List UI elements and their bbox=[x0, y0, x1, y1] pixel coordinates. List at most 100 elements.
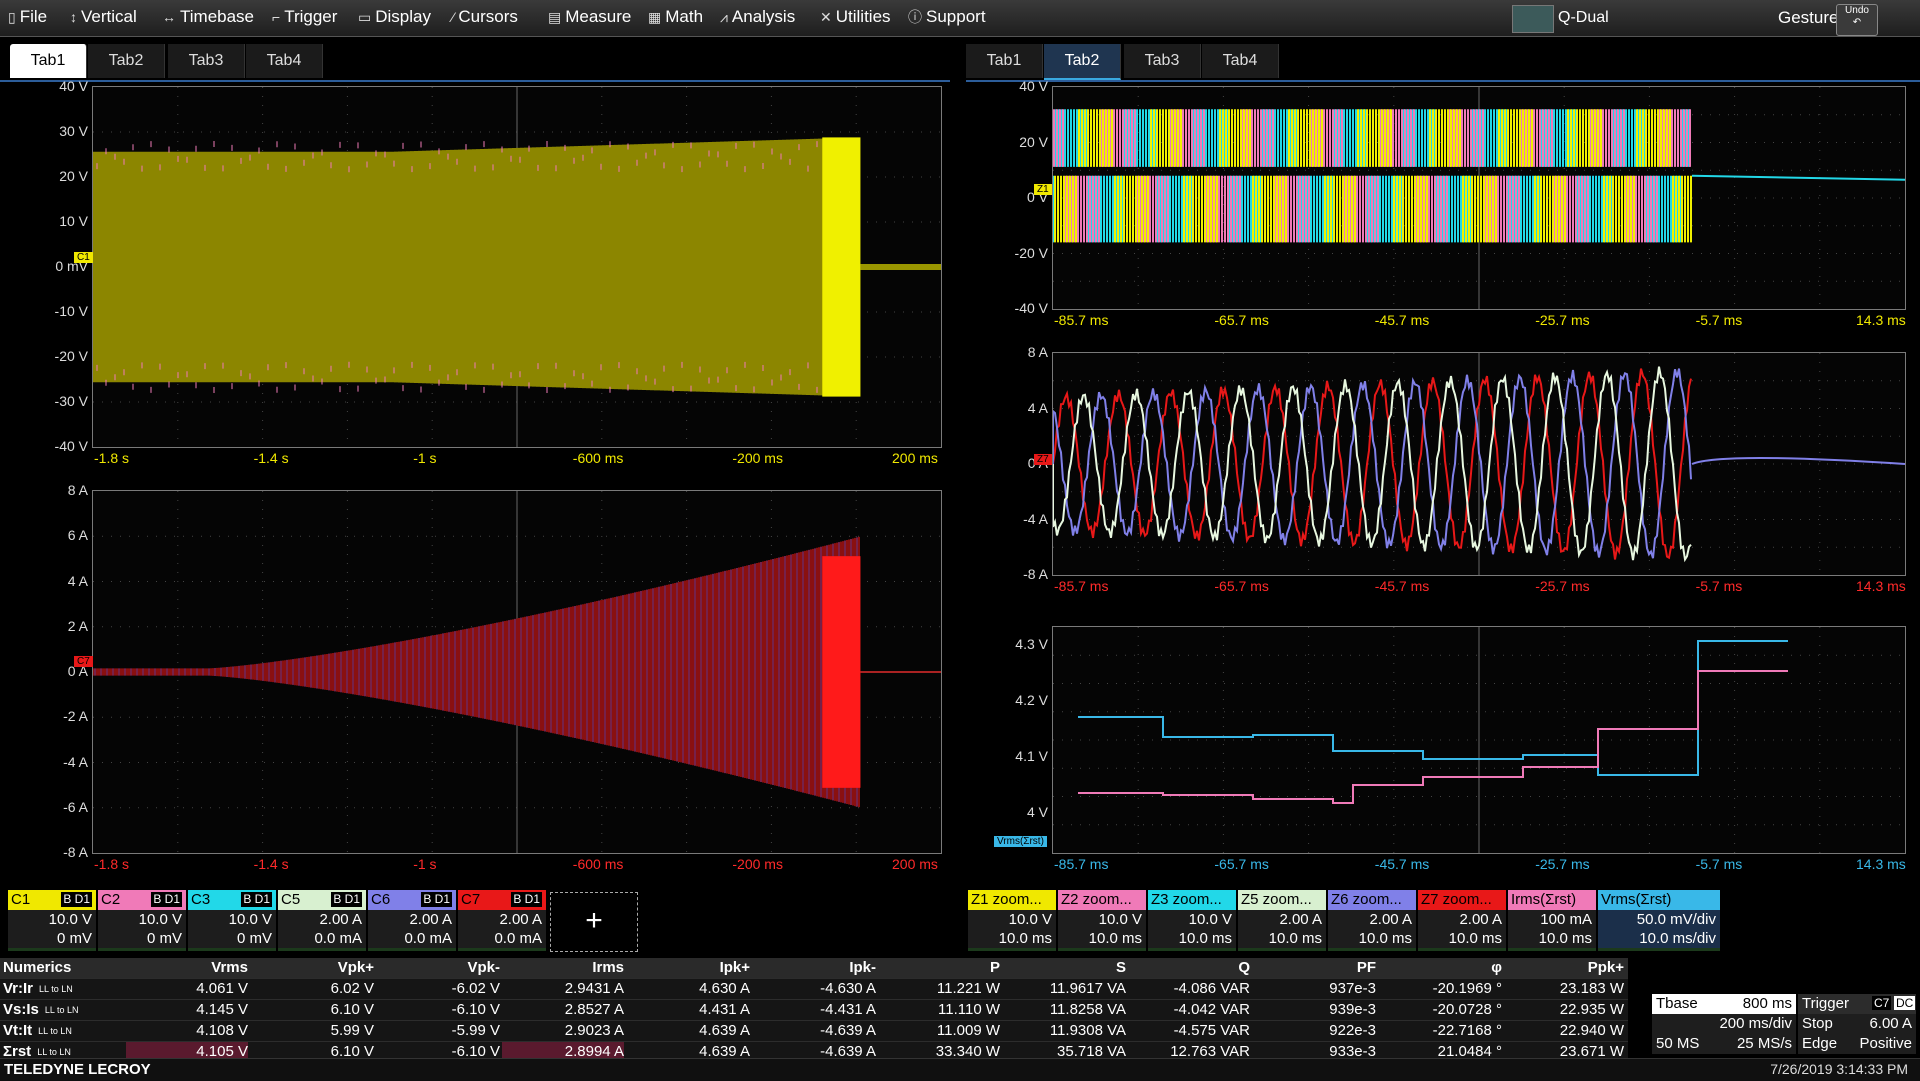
tab-left-2[interactable]: Tab2 bbox=[88, 44, 165, 78]
grid-voltage-overview[interactable] bbox=[92, 86, 942, 448]
channel-c2-offset: 0 mV bbox=[98, 929, 186, 951]
trace-marker[interactable]: Z1 bbox=[1034, 184, 1052, 195]
x-axis-label: 14.3 ms bbox=[1856, 312, 1906, 328]
zoom-z5-scale: 2.00 A bbox=[1238, 910, 1326, 929]
trace-marker[interactable]: C1 bbox=[74, 252, 93, 263]
math-vrms-header: Vrms(Σrst) bbox=[1598, 890, 1720, 910]
menu-display[interactable]: ▭ Display bbox=[358, 0, 431, 36]
grid-voltage-zoom[interactable] bbox=[1052, 86, 1906, 310]
zoom-z2[interactable]: Z2 zoom... 10.0 V 10.0 ms bbox=[1058, 890, 1146, 952]
tab-right-3[interactable]: Tab3 bbox=[1124, 44, 1201, 78]
g4-plot bbox=[1053, 353, 1905, 575]
tab-right-1[interactable]: Tab1 bbox=[966, 44, 1043, 78]
header-phi: φ bbox=[1491, 959, 1502, 976]
trigger-coupling: DC bbox=[1894, 996, 1916, 1010]
numerics-cell: 4.061 V bbox=[196, 980, 248, 997]
y-axis-label: 6 A bbox=[67, 527, 88, 544]
tab-left-1[interactable]: Tab1 bbox=[10, 44, 87, 78]
y-axis-label: 10 V bbox=[59, 213, 88, 229]
trigger-level: 6.00 A bbox=[1869, 1015, 1912, 1032]
y-axis-label: 4.2 V bbox=[1015, 692, 1048, 708]
numerics-table[interactable]: Numerics Vrms Vpk+ Vpk- Irms Ipk+ Ipk- P… bbox=[0, 958, 1628, 1062]
grid-current-overview[interactable] bbox=[92, 490, 942, 854]
menu-timebase[interactable]: ↔ Timebase bbox=[162, 0, 254, 36]
numerics-cell: 22.940 W bbox=[1559, 1022, 1624, 1039]
grid-current-zoom[interactable] bbox=[1052, 352, 1906, 576]
display-icon: ▭ bbox=[358, 9, 372, 25]
channel-c5[interactable]: C5 B D1 2.00 A 0.0 mA bbox=[278, 890, 366, 952]
channel-c2[interactable]: C2 B D1 10.0 V 0 mV bbox=[98, 890, 186, 952]
trace-marker[interactable]: Vrms(Σrst) bbox=[994, 836, 1047, 847]
y-axis-label: 2 A bbox=[67, 617, 88, 634]
numerics-cell: 6.10 V bbox=[330, 1001, 374, 1018]
numerics-row: Vs:Is LL to LN 4.145 V 6.10 V -6.10 V 2.8527 … bbox=[0, 999, 1628, 1020]
math-icon: ▦ bbox=[648, 9, 662, 25]
info-icon: ⓘ bbox=[908, 9, 922, 25]
menu-support[interactable]: ⓘ Support bbox=[908, 0, 986, 36]
channel-c3-scale: 10.0 V bbox=[188, 910, 276, 929]
numerics-cell: -20.1969 ° bbox=[1432, 980, 1502, 997]
menu-analysis[interactable]: ⩘ Analysis bbox=[720, 0, 795, 36]
x-axis-label: -25.7 ms bbox=[1535, 578, 1590, 594]
datetime: 7/26/2019 3:14:33 PM bbox=[1770, 1061, 1908, 1077]
numerics-cell: 937e-3 bbox=[1329, 980, 1376, 997]
trigger-panel[interactable]: Trigger C7 DC Stop 6.00 A Edge Positive bbox=[1798, 994, 1916, 1054]
numerics-row: Vt:It LL to LN 4.108 V 5.99 V -5.99 V 2.9023 … bbox=[0, 1020, 1628, 1041]
menu-vertical[interactable]: ↕ Vertical bbox=[70, 0, 137, 36]
trace-zoom-voltage-tail bbox=[1691, 174, 1905, 181]
zoom-z6[interactable]: Z6 zoom... 2.00 A 10.0 ms bbox=[1328, 890, 1416, 952]
menu-utilities[interactable]: ✕ Utilities bbox=[820, 0, 891, 36]
channel-c7[interactable]: C7 B D1 2.00 A 0.0 mA bbox=[458, 890, 546, 952]
zoom-z7[interactable]: Z7 zoom... 2.00 A 10.0 ms bbox=[1418, 890, 1506, 952]
trace-marker[interactable]: Z7 bbox=[1034, 454, 1052, 465]
menu-measure[interactable]: ▤ Measure bbox=[548, 0, 631, 36]
y-axis-label: -4 A bbox=[1023, 510, 1048, 527]
timebase-panel[interactable]: Tbase 800 ms 200 ms/div 50 MS 25 MS/s bbox=[1652, 994, 1796, 1054]
undo-button[interactable]: Undo ↶ bbox=[1836, 4, 1878, 36]
numerics-row-sublabel: LL to LN bbox=[38, 1026, 72, 1036]
numerics-body: Vr:Ir LL to LN 4.061 V 6.02 V -6.02 V 2.9431 … bbox=[0, 978, 1628, 1062]
trace-marker[interactable]: C7 bbox=[74, 656, 93, 667]
gesture-label[interactable]: Gesture bbox=[1778, 8, 1838, 28]
zoom-z5[interactable]: Z5 zoom... 2.00 A 10.0 ms bbox=[1238, 890, 1326, 952]
math-vrms-time: 10.0 ms/div bbox=[1598, 929, 1720, 951]
channel-c1[interactable]: C1 B D1 10.0 V 0 mV bbox=[8, 890, 96, 952]
math-vrms[interactable]: Vrms(Σrst) 50.0 mV/div 10.0 ms/div bbox=[1598, 890, 1720, 952]
y-axis-label: -8 A bbox=[63, 844, 88, 860]
y-axis-label: 4 A bbox=[1027, 399, 1048, 416]
channel-c6-scale: 2.00 A bbox=[368, 910, 456, 929]
x-axis-label: 14.3 ms bbox=[1856, 578, 1906, 594]
menu-cursors[interactable]: ⁄ Cursors bbox=[452, 0, 518, 36]
math-vrms-scale: 50.0 mV/div bbox=[1598, 910, 1720, 929]
x-axis-label: -1.4 s bbox=[253, 856, 289, 872]
y-axis-label: -6 A bbox=[63, 798, 88, 815]
x-axis-label: -45.7 ms bbox=[1374, 312, 1430, 328]
zoom-z2-scale: 10.0 V bbox=[1058, 910, 1146, 929]
timebase-rate: 25 MS/s bbox=[1736, 1035, 1792, 1052]
zoom-z3[interactable]: Z3 zoom... 10.0 V 10.0 ms bbox=[1148, 890, 1236, 952]
y-axis-label: 4.1 V bbox=[1015, 748, 1048, 764]
menu-file[interactable]: ▯ File bbox=[8, 0, 47, 36]
tab-left-4[interactable]: Tab4 bbox=[246, 44, 323, 78]
grid-rms-trend[interactable] bbox=[1052, 626, 1906, 854]
display-mode-button[interactable]: Q-Dual bbox=[1512, 3, 1624, 33]
tab-right-2[interactable]: Tab2 bbox=[1044, 44, 1121, 80]
zoom-z5-header: Z5 zoom... bbox=[1238, 890, 1326, 910]
y-axis-label: 8 A bbox=[67, 482, 88, 498]
menu-trigger[interactable]: ⌐ Trigger bbox=[272, 0, 337, 36]
add-channel-button[interactable]: + bbox=[550, 892, 638, 952]
numerics-cell: 22.935 W bbox=[1559, 1001, 1624, 1018]
channel-c6[interactable]: C6 B D1 2.00 A 0.0 mA bbox=[368, 890, 456, 952]
tab-right-4[interactable]: Tab4 bbox=[1202, 44, 1279, 78]
math-irms[interactable]: Irms(Σrst) 100 mA 10.0 ms bbox=[1508, 890, 1596, 952]
tab-left-3[interactable]: Tab3 bbox=[168, 44, 245, 78]
channel-c3[interactable]: C3 B D1 10.0 V 0 mV bbox=[188, 890, 276, 952]
channel-c6-header: C6 B D1 bbox=[368, 890, 456, 910]
menu-math[interactable]: ▦ Math bbox=[648, 0, 703, 36]
zoom-z1[interactable]: Z1 zoom... 10.0 V 10.0 ms bbox=[968, 890, 1056, 952]
trigger-type: Edge bbox=[1802, 1035, 1838, 1052]
trigger-slope: Positive bbox=[1859, 1035, 1912, 1052]
y-axis-label: 30 V bbox=[59, 123, 88, 139]
numerics-cell: -20.0728 ° bbox=[1432, 1001, 1502, 1018]
channel-c7-scale: 2.00 A bbox=[458, 910, 546, 929]
